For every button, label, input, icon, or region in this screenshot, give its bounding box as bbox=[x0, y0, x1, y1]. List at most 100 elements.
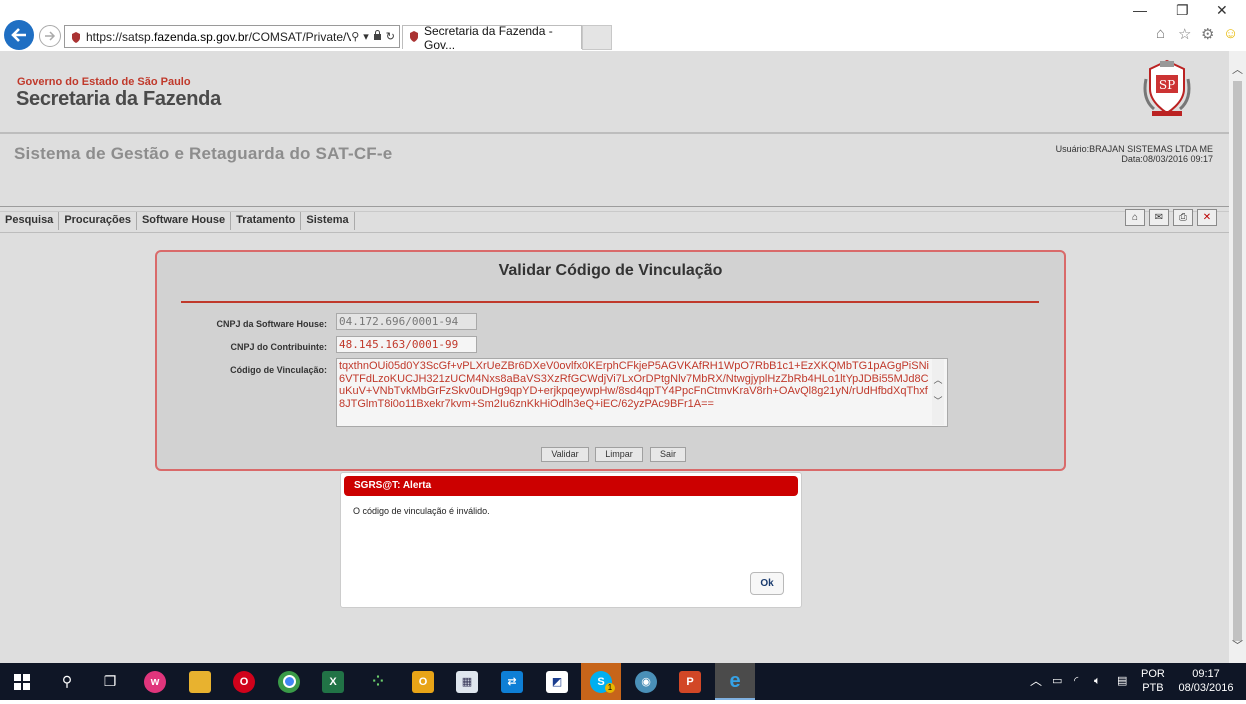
opera-icon[interactable]: O bbox=[224, 663, 264, 700]
refresh-icon[interactable]: ↻ bbox=[386, 30, 395, 43]
sp-coat-of-arms-logo: SP bbox=[1140, 59, 1194, 119]
scroll-up-icon[interactable]: ︿ bbox=[1232, 61, 1243, 77]
scroll-up-icon[interactable]: ︿ bbox=[932, 373, 944, 386]
keyboard-layout: PTB bbox=[1142, 682, 1164, 694]
form-title-rule bbox=[181, 301, 1039, 303]
page-scrollbar[interactable]: ︿ ﹀ bbox=[1229, 51, 1246, 663]
system-title: Sistema de Gestão e Retaguarda do SAT-CF… bbox=[14, 144, 393, 163]
outlook-icon[interactable]: O bbox=[403, 663, 443, 700]
windows-taskbar: ⚲ ❐ w O X ⁘ O ▦ ⇄ ◩ S1 ◉ P e ︿ ▭ ◜ 🔈︎ ▤ … bbox=[0, 663, 1246, 700]
arrow-left-icon bbox=[11, 28, 26, 42]
scroll-thumb[interactable] bbox=[1233, 81, 1242, 641]
browser-tab[interactable]: Secretaria da Fazenda - Gov... bbox=[402, 23, 582, 52]
powerpoint-icon[interactable]: P bbox=[670, 663, 710, 700]
dropdown-icon[interactable]: ▾ bbox=[363, 30, 369, 43]
mail-icon[interactable]: ✉ bbox=[1149, 209, 1169, 226]
action-center-icon[interactable]: ▤ bbox=[1117, 663, 1127, 700]
home-icon[interactable]: ⌂ bbox=[1156, 25, 1165, 42]
clock[interactable]: 09:17 08/03/2016 bbox=[1176, 667, 1236, 704]
app-globe-icon[interactable]: ◉ bbox=[626, 663, 666, 700]
limpar-button[interactable]: Limpar bbox=[595, 447, 643, 462]
address-bar[interactable]: https://satsp.fazenda.sp.gov.br/COMSAT/P… bbox=[64, 25, 400, 48]
start-button[interactable] bbox=[2, 663, 42, 700]
cnpj-contribuinte-label: CNPJ do Contribuinte: bbox=[230, 342, 328, 352]
menu-item-sistema[interactable]: Sistema bbox=[301, 212, 355, 230]
language-code: POR bbox=[1141, 668, 1165, 680]
file-explorer-icon[interactable] bbox=[180, 663, 220, 700]
app-dots-icon[interactable]: ⁘ bbox=[358, 663, 398, 700]
volume-icon[interactable]: 🔈︎ bbox=[1094, 663, 1101, 700]
url-domain: fazenda.sp.gov.br bbox=[154, 29, 249, 44]
settings-gear-icon[interactable]: ⚙ bbox=[1201, 25, 1214, 43]
tab-favicon-icon bbox=[409, 30, 419, 45]
clock-time: 09:17 bbox=[1192, 668, 1220, 680]
internet-explorer-icon[interactable]: e bbox=[715, 663, 755, 700]
skype-icon[interactable]: S1 bbox=[581, 663, 621, 700]
minimize-icon[interactable]: — bbox=[1133, 2, 1147, 18]
scroll-down-icon[interactable]: ﹀ bbox=[932, 394, 944, 407]
header-divider bbox=[0, 132, 1229, 134]
skype-badge: 1 bbox=[605, 683, 615, 693]
search-icon[interactable]: ⚲ bbox=[351, 30, 359, 43]
wifi-icon[interactable]: ◜ bbox=[1074, 663, 1078, 700]
textarea-scrollbar[interactable]: ︿ ﹀ bbox=[932, 359, 944, 425]
calculator-app-icon[interactable]: ▦ bbox=[447, 663, 487, 700]
chrome-icon[interactable] bbox=[269, 663, 309, 700]
battery-icon[interactable]: ▭ bbox=[1052, 663, 1062, 700]
close-window-icon[interactable]: ✕ bbox=[1216, 2, 1228, 19]
url-text: https://satsp.fazenda.sp.gov.br/COMSAT/P… bbox=[86, 30, 351, 44]
main-menu: Pesquisa Procurações Software House Trat… bbox=[0, 212, 355, 230]
codigo-vinculacao-label: Código de Vinculação: bbox=[230, 365, 327, 375]
browser-chrome: https://satsp.fazenda.sp.gov.br/COMSAT/P… bbox=[0, 0, 1246, 52]
close-icon[interactable]: ✕ bbox=[1197, 209, 1217, 226]
menu-item-tratamento[interactable]: Tratamento bbox=[231, 212, 302, 230]
task-view-icon[interactable]: ❐ bbox=[90, 663, 130, 700]
url-prefix: https://satsp. bbox=[86, 29, 155, 44]
scroll-down-icon[interactable]: ﹀ bbox=[1232, 637, 1243, 653]
ok-button[interactable]: Ok bbox=[750, 572, 784, 595]
validar-button[interactable]: Validar bbox=[541, 447, 589, 462]
home-icon[interactable]: ⌂ bbox=[1125, 209, 1145, 226]
windows-logo-icon bbox=[14, 673, 30, 690]
alert-dialog: SGRS@T: Alerta O código de vinculação é … bbox=[340, 472, 802, 608]
tab-title: Secretaria da Fazenda - Gov... bbox=[424, 23, 553, 52]
print-icon[interactable]: ⎙ bbox=[1173, 209, 1193, 226]
language-indicator[interactable]: POR PTB bbox=[1141, 667, 1165, 704]
form-title: Validar Código de Vinculação bbox=[498, 262, 723, 279]
gov-label: Governo do Estado de São Paulo bbox=[17, 76, 191, 88]
cnpj-software-house-label: CNPJ da Software House: bbox=[216, 319, 327, 329]
user-info: Usuário:BRAJAN SISTEMAS LTDA ME Data:08/… bbox=[1056, 144, 1213, 164]
tray-chevron-icon[interactable]: ︿ bbox=[1030, 663, 1042, 700]
user-name: Usuário:BRAJAN SISTEMAS LTDA ME bbox=[1055, 144, 1213, 154]
brand-title: Secretaria da Fazenda bbox=[16, 88, 221, 110]
session-date: Data:08/03/2016 09:17 bbox=[1121, 154, 1213, 164]
back-button[interactable] bbox=[4, 20, 34, 50]
teamviewer-icon[interactable]: ⇄ bbox=[492, 663, 532, 700]
clock-date: 08/03/2016 bbox=[1178, 682, 1234, 694]
page-content: Governo do Estado de São Paulo Secretari… bbox=[0, 51, 1229, 663]
search-icon[interactable]: ⚲ bbox=[47, 663, 87, 700]
alert-message: O código de vinculação é inválido. bbox=[353, 506, 490, 516]
codigo-vinculacao-text: tqxthnOUi05d0Y3ScGf+vPLXrUeZBr6DXeV0ovlf… bbox=[339, 360, 929, 410]
site-favicon-icon bbox=[71, 31, 81, 43]
menu-item-pesquisa[interactable]: Pesquisa bbox=[0, 212, 60, 230]
favorites-star-icon[interactable]: ☆ bbox=[1178, 25, 1191, 43]
svg-text:SP: SP bbox=[1159, 78, 1175, 92]
sair-button[interactable]: Sair bbox=[650, 447, 686, 462]
app-w-icon[interactable]: w bbox=[135, 663, 175, 700]
new-tab-button[interactable] bbox=[582, 25, 612, 50]
cnpj-contribuinte-field[interactable]: 48.145.163/0001-99 bbox=[336, 336, 477, 353]
excel-icon[interactable]: X bbox=[313, 663, 353, 700]
restore-icon[interactable]: ❐ bbox=[1176, 2, 1189, 19]
validation-form-panel: Validar Código de Vinculação CNPJ da Sof… bbox=[155, 250, 1066, 471]
app-blue-icon[interactable]: ◩ bbox=[537, 663, 577, 700]
forward-button[interactable] bbox=[39, 25, 61, 47]
cnpj-software-house-field[interactable]: 04.172.696/0001-94 bbox=[336, 313, 477, 330]
menu-item-software-house[interactable]: Software House bbox=[137, 212, 232, 230]
smiley-feedback-icon[interactable]: ☺ bbox=[1223, 25, 1238, 42]
toolbar-icons: ⌂ ✉ ⎙ ✕ bbox=[1125, 209, 1217, 226]
alert-title: SGRS@T: Alerta bbox=[344, 476, 798, 496]
codigo-vinculacao-textarea[interactable]: tqxthnOUi05d0Y3ScGf+vPLXrUeZBr6DXeV0ovlf… bbox=[336, 358, 948, 427]
url-path: /COMSAT/Private/V bbox=[248, 29, 352, 44]
menu-item-procuracoes[interactable]: Procurações bbox=[59, 212, 137, 230]
